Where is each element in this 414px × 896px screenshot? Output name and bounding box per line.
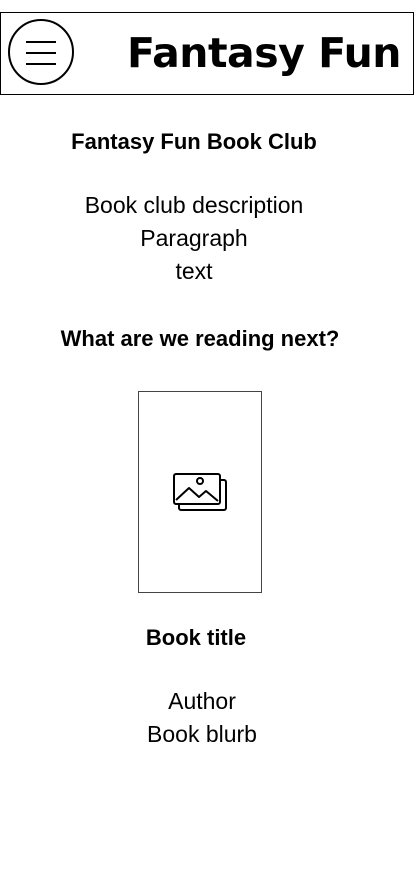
app-header: Fantasy Fun [0,12,414,95]
hamburger-menu-icon-bar [26,52,56,54]
book-cover-image[interactable] [138,391,262,593]
book-club-description: Book club description Paragraph text [0,189,388,288]
description-line: Book club description [84,192,304,218]
book-blurb: Book blurb [147,721,257,747]
hamburger-menu-icon [26,41,56,43]
book-author: Author [168,688,236,714]
app-title: Fantasy Fun [127,29,401,77]
description-line: Paragraph [140,225,248,251]
hamburger-menu-icon-bar [26,63,56,65]
book-club-title: Fantasy Fun Book Club [71,129,317,154]
book-title: Book title [145,625,247,650]
description-line: text [175,258,213,284]
reading-next-heading: What are we reading next? [60,326,340,351]
image-placeholder-icon [173,473,227,511]
menu-button[interactable] [8,19,74,85]
